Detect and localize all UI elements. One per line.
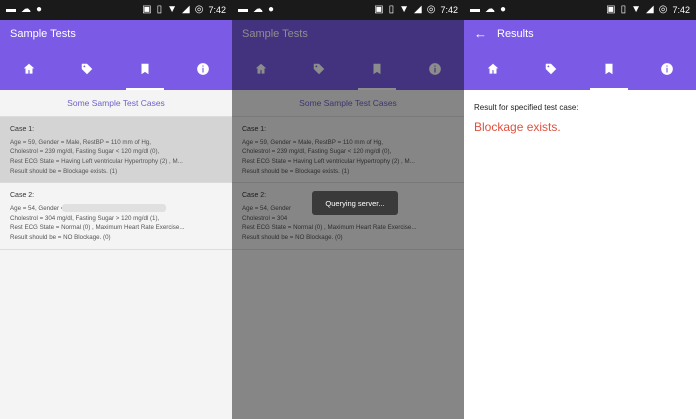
bookmark-icon <box>141 63 149 74</box>
status-time: 7:42 <box>440 5 458 15</box>
status-time: 7:42 <box>672 5 690 15</box>
signal-icon: ◢ <box>646 4 654 15</box>
tab-info[interactable] <box>638 47 696 90</box>
loading-toast: Querying server... <box>312 191 398 215</box>
tab-samples[interactable] <box>580 47 638 90</box>
vibrate-icon: ▯ <box>620 4 627 15</box>
status-time: 7:42 <box>208 5 226 15</box>
screen-querying: ▬ ☁ ● ▣ ▯ ▼ ◢ ◎ 7:42 Sample Tests Some S… <box>232 0 464 419</box>
bookmark-icon <box>605 63 613 74</box>
status-bar: ▬ ☁ ● ▣ ▯ ▼ ◢ ◎ 7:42 <box>0 0 232 20</box>
alarm-icon: ◎ <box>426 4 436 15</box>
case-line: Rest ECG State = Normal (0) , Maximum He… <box>10 224 185 232</box>
signal-icon: ◢ <box>182 4 190 15</box>
wifi-icon: ▼ <box>167 4 178 15</box>
vibrate-icon: ▯ <box>156 4 163 15</box>
case-line: Cholestrol = 304 mg/dl, Fasting Sugar > … <box>10 214 160 222</box>
result-label: Result for specified test case: <box>474 103 579 112</box>
home-icon <box>487 63 499 74</box>
nfc-icon: ▣ <box>606 4 616 15</box>
case-line: Result should be = Blockage exists. (1) <box>10 167 118 175</box>
location-icon: ● <box>36 4 43 15</box>
app-bar-title: Sample Tests <box>10 27 76 40</box>
tab-home[interactable] <box>464 47 522 90</box>
tab-home[interactable] <box>0 47 58 90</box>
battery-icon: ▬ <box>238 4 248 15</box>
test-case-item[interactable]: Case 2: Age = 54, Gender = Female, RestB… <box>0 183 232 250</box>
alarm-icon: ◎ <box>658 4 668 15</box>
loading-placeholder <box>62 204 166 212</box>
tab-tags[interactable] <box>58 47 116 90</box>
section-title: Some Sample Test Cases <box>0 90 232 117</box>
screen-results: ▬ ☁ ● ▣ ▯ ▼ ◢ ◎ 7:42 ← Results Result fo… <box>464 0 696 419</box>
info-icon <box>197 62 209 75</box>
app-bar: ← Results <box>464 20 696 47</box>
test-case-item[interactable]: Case 1: Age = 59, Gender = Male, RestBP … <box>0 117 232 184</box>
tab-bar <box>464 47 696 90</box>
screen-sample-tests: ▬ ☁ ● ▣ ▯ ▼ ◢ ◎ 7:42 Sample Tests Some S… <box>0 0 232 419</box>
case-line: Result should be = NO Blockage. (0) <box>10 233 111 241</box>
case-line: Age = 59, Gender = Male, RestBP = 110 mm… <box>10 138 151 146</box>
wifi-icon: ▼ <box>631 4 642 15</box>
cloud-icon: ☁ <box>253 4 263 15</box>
app-bar: Sample Tests <box>0 20 232 47</box>
tag-icon <box>81 63 93 74</box>
result-value: Blockage exists. <box>474 120 561 134</box>
app-bar-title: Results <box>497 27 534 40</box>
tag-icon <box>545 63 557 74</box>
cloud-icon: ☁ <box>485 4 495 15</box>
status-bar: ▬ ☁ ● ▣ ▯ ▼ ◢ ◎ 7:42 <box>232 0 464 20</box>
signal-icon: ◢ <box>414 4 422 15</box>
tab-info[interactable] <box>174 47 232 90</box>
status-bar: ▬ ☁ ● ▣ ▯ ▼ ◢ ◎ 7:42 <box>464 0 696 20</box>
battery-icon: ▬ <box>470 4 480 15</box>
back-arrow-icon[interactable]: ← <box>474 26 487 41</box>
alarm-icon: ◎ <box>194 4 204 15</box>
tab-bar <box>0 47 232 90</box>
tab-tags[interactable] <box>522 47 580 90</box>
battery-icon: ▬ <box>6 4 16 15</box>
case-title: Case 2: <box>10 192 35 200</box>
dim-overlay <box>232 20 464 419</box>
wifi-icon: ▼ <box>399 4 410 15</box>
location-icon: ● <box>500 4 507 15</box>
nfc-icon: ▣ <box>374 4 384 15</box>
vibrate-icon: ▯ <box>388 4 395 15</box>
home-icon <box>23 63 35 74</box>
tab-samples[interactable] <box>116 47 174 90</box>
screens-container: ▬ ☁ ● ▣ ▯ ▼ ◢ ◎ 7:42 Sample Tests Some S… <box>0 0 696 419</box>
nfc-icon: ▣ <box>142 4 152 15</box>
case-line: Cholestrol = 239 mg/dl, Fasting Sugar < … <box>10 148 160 156</box>
case-title: Case 1: <box>10 126 35 133</box>
location-icon: ● <box>268 4 275 15</box>
case-line: Rest ECG State = Having Left ventricular… <box>10 158 183 166</box>
cloud-icon: ☁ <box>21 4 31 15</box>
info-icon <box>661 62 673 75</box>
